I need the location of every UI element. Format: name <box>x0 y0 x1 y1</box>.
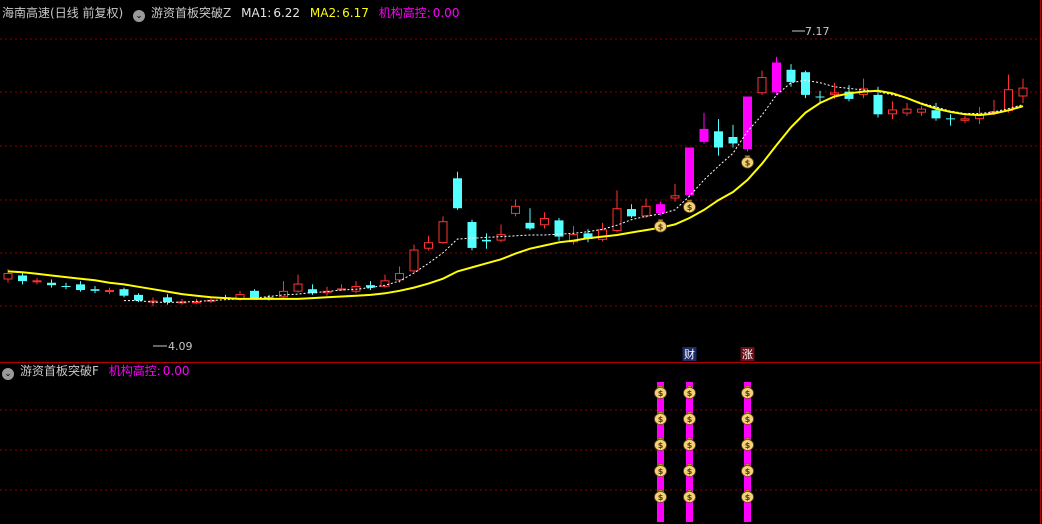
candle-body <box>482 239 491 242</box>
candle-body <box>801 72 810 95</box>
candle-body <box>960 118 970 121</box>
money-bag-icon: $ <box>683 199 696 213</box>
cai-marker-label: 财 <box>684 347 695 361</box>
candle-body <box>641 205 651 217</box>
dollar-glyph: $ <box>658 415 664 424</box>
candle-body <box>888 109 897 115</box>
money-bag-icon: $ <box>654 437 667 451</box>
money-bag-icon: $ <box>741 155 754 169</box>
money-bag-icon: $ <box>654 411 667 425</box>
grid-lines <box>0 0 1042 524</box>
candle-body <box>453 178 462 209</box>
candle-body <box>931 110 941 119</box>
candle-body <box>395 273 404 281</box>
candle-body <box>279 290 288 298</box>
candle-body <box>946 118 955 120</box>
candle-body <box>728 136 738 144</box>
candle-body <box>47 282 56 286</box>
candle-body <box>366 285 375 288</box>
candle-body <box>293 283 303 292</box>
candle-body <box>163 297 172 303</box>
candle-body <box>656 204 665 214</box>
dollar-glyph: $ <box>658 493 664 502</box>
candle-body <box>685 147 694 196</box>
candle-body <box>525 222 535 229</box>
candle-body <box>772 62 781 93</box>
dollar-glyph: $ <box>658 467 664 476</box>
dollar-glyph: $ <box>745 415 751 424</box>
low-price-label: 4.09 <box>168 340 193 353</box>
dollar-glyph: $ <box>687 493 693 502</box>
dollar-glyph: $ <box>745 389 751 398</box>
dollar-glyph: $ <box>658 389 664 398</box>
candle-body <box>511 205 520 214</box>
candlestick-chart[interactable]: $$$$$$$$$$$$$$$$$$ 7.17 4.09 财涨 <box>0 0 1042 524</box>
money-bag-icon: $ <box>654 489 667 503</box>
candle-body <box>815 96 825 98</box>
candle-body <box>917 108 926 113</box>
candle-body <box>250 290 259 299</box>
candle-body <box>873 94 883 115</box>
money-bag-icon: $ <box>741 411 754 425</box>
high-price-label: 7.17 <box>805 25 830 38</box>
candle-body <box>3 273 13 280</box>
money-bag-icon: $ <box>683 489 696 503</box>
dollar-glyph: $ <box>687 203 693 212</box>
candle-body <box>32 280 42 283</box>
dollar-glyph: $ <box>687 389 693 398</box>
money-bag-icon: $ <box>741 489 754 503</box>
candle-body <box>424 242 433 249</box>
dollar-glyph: $ <box>658 223 664 232</box>
money-bag-icon: $ <box>654 219 667 233</box>
zhang-marker-label: 涨 <box>742 348 753 361</box>
candle-body <box>119 289 129 296</box>
candle-body <box>670 195 680 199</box>
candle-body <box>699 128 709 142</box>
candle-body <box>134 294 143 301</box>
candle-body <box>830 92 839 95</box>
dollar-glyph: $ <box>687 441 693 450</box>
money-bag-icon: $ <box>654 385 667 399</box>
money-bag-icon: $ <box>683 411 696 425</box>
candle-body <box>1018 87 1028 97</box>
dollar-glyph: $ <box>745 467 751 476</box>
candles <box>3 56 1028 307</box>
candle-body <box>105 290 114 293</box>
candle-body <box>467 222 477 248</box>
dollar-glyph: $ <box>687 467 693 476</box>
candle-body <box>409 249 419 272</box>
dollar-glyph: $ <box>745 441 751 450</box>
money-bag-icon: $ <box>683 463 696 477</box>
candle-body <box>786 69 796 82</box>
chart-labels: 7.17 4.09 <box>153 25 830 353</box>
markers: 财涨 <box>682 347 755 361</box>
money-bag-icon: $ <box>654 463 667 477</box>
money-bag-icon: $ <box>683 437 696 451</box>
candle-body <box>18 275 27 282</box>
candle-body <box>612 208 622 231</box>
dollar-glyph: $ <box>687 415 693 424</box>
money-bag-icon: $ <box>741 385 754 399</box>
moving-averages <box>7 79 1024 303</box>
candle-body <box>627 209 636 217</box>
candle-body <box>540 217 549 226</box>
candle-body <box>76 284 85 291</box>
candle-body <box>714 131 723 148</box>
candle-body <box>438 221 448 244</box>
dollar-glyph: $ <box>658 441 664 450</box>
dollar-glyph: $ <box>745 493 751 502</box>
ma-solid-line <box>7 89 1024 300</box>
money-bag-icon: $ <box>683 385 696 399</box>
candle-body <box>902 108 912 114</box>
money-bag-icon: $ <box>741 437 754 451</box>
candle-body <box>757 77 767 94</box>
candle-body <box>90 289 100 291</box>
candle-body <box>496 234 506 241</box>
money-bag-icon: $ <box>741 463 754 477</box>
candle-body <box>61 285 71 287</box>
candle-body <box>1004 89 1013 112</box>
dollar-glyph: $ <box>745 159 751 168</box>
candle-body <box>743 96 752 150</box>
